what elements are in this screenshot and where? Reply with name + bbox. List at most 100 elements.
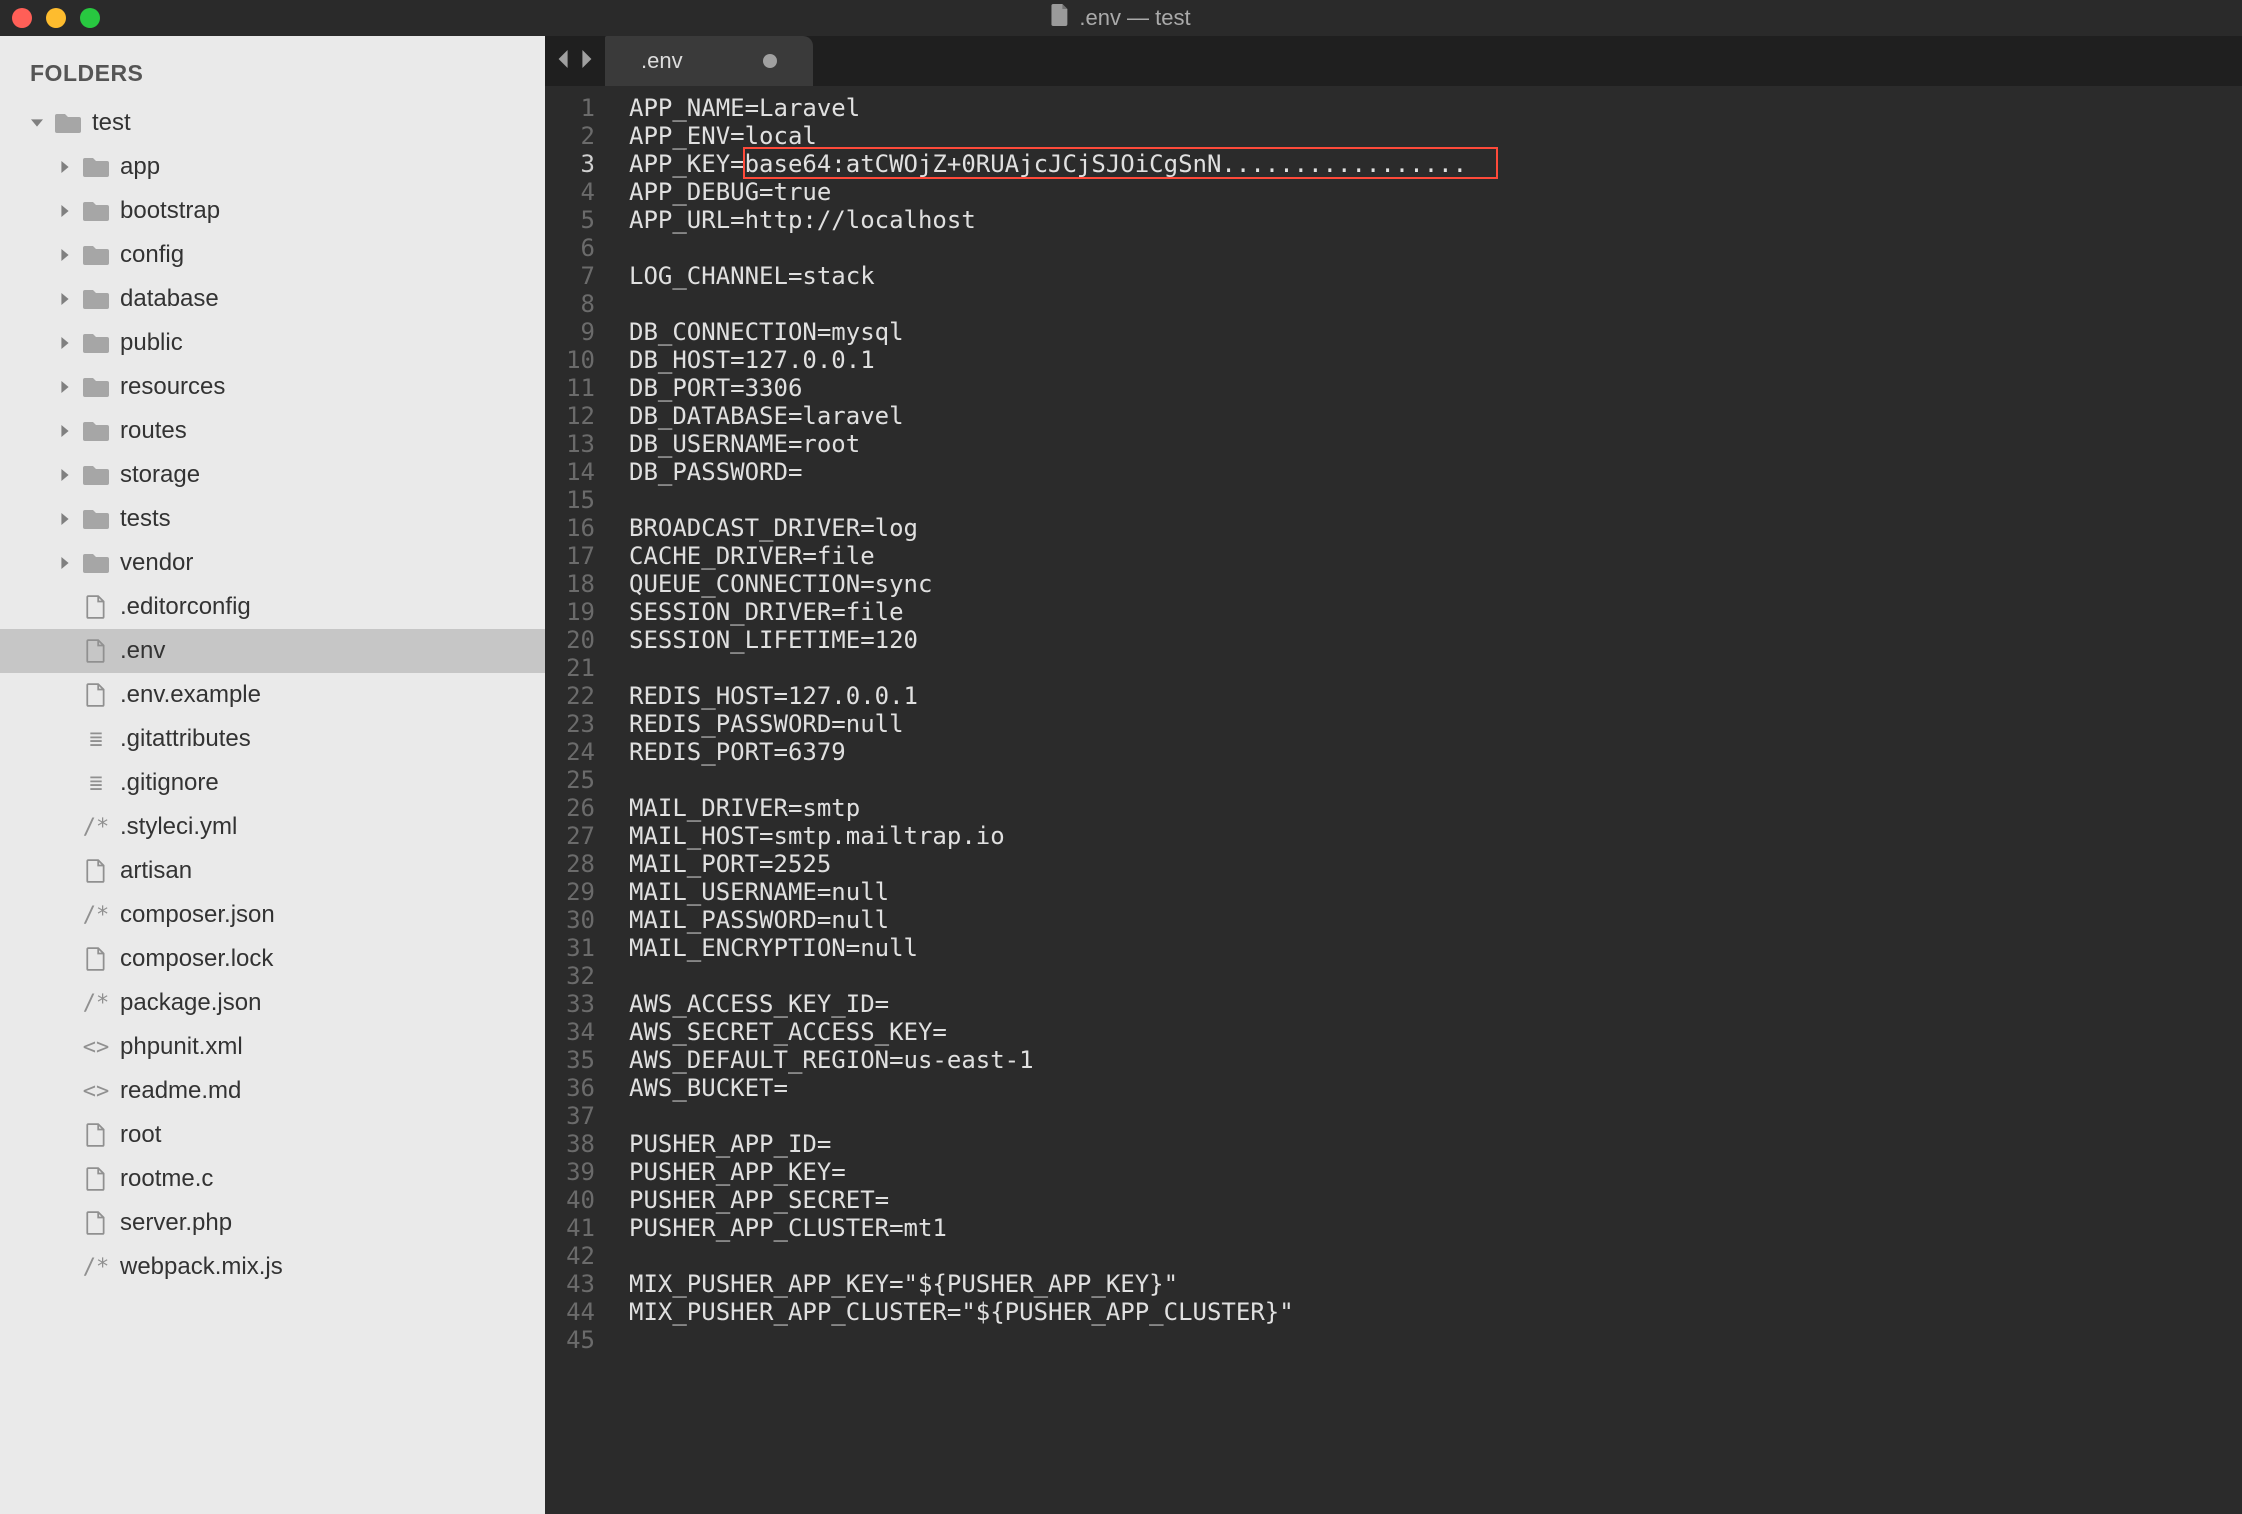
disclosure-icon[interactable]	[58, 425, 72, 437]
code-line[interactable]: AWS_DEFAULT_REGION=us-east-1	[629, 1046, 2242, 1074]
code-line[interactable]	[629, 1102, 2242, 1130]
line-number: 37	[545, 1102, 595, 1130]
code-line[interactable]: SESSION_DRIVER=file	[629, 598, 2242, 626]
code-line[interactable]	[629, 234, 2242, 262]
code-line[interactable]: DB_CONNECTION=mysql	[629, 318, 2242, 346]
code-line[interactable]: BROADCAST_DRIVER=log	[629, 514, 2242, 542]
nav-back-icon[interactable]	[555, 50, 573, 73]
editor-body[interactable]: 1234567891011121314151617181920212223242…	[545, 86, 2242, 1514]
code-line[interactable]: AWS_ACCESS_KEY_ID=	[629, 990, 2242, 1018]
disclosure-icon[interactable]	[58, 205, 72, 217]
line-number: 19	[545, 598, 595, 626]
code-line[interactable]: APP_ENV=local	[629, 122, 2242, 150]
code-area[interactable]: APP_NAME=LaravelAPP_ENV=localAPP_KEY=bas…	[609, 86, 2242, 1514]
code-line[interactable]	[629, 486, 2242, 514]
disclosure-icon[interactable]	[58, 161, 72, 173]
code-line[interactable]	[629, 766, 2242, 794]
disclosure-icon[interactable]	[58, 469, 72, 481]
code-line[interactable]: CACHE_DRIVER=file	[629, 542, 2242, 570]
code-line[interactable]: MAIL_PASSWORD=null	[629, 906, 2242, 934]
sidebar-file[interactable]: .env.example	[0, 673, 545, 717]
sidebar-file[interactable]: /*package.json	[0, 981, 545, 1025]
sidebar-folder[interactable]: bootstrap	[0, 189, 545, 233]
disclosure-icon[interactable]	[58, 249, 72, 261]
line-number: 15	[545, 486, 595, 514]
code-line[interactable]: REDIS_PORT=6379	[629, 738, 2242, 766]
code-line[interactable]: MAIL_HOST=smtp.mailtrap.io	[629, 822, 2242, 850]
code-line[interactable]: AWS_BUCKET=	[629, 1074, 2242, 1102]
sidebar-file[interactable]: artisan	[0, 849, 545, 893]
code-line[interactable]: MAIL_ENCRYPTION=null	[629, 934, 2242, 962]
sidebar-folder[interactable]: routes	[0, 409, 545, 453]
tree-label: phpunit.xml	[120, 1033, 243, 1061]
code-line[interactable]: MAIL_USERNAME=null	[629, 878, 2242, 906]
sidebar-file[interactable]: root	[0, 1113, 545, 1157]
sidebar-file[interactable]: ≣.gitignore	[0, 761, 545, 805]
sidebar-file[interactable]: ≣.gitattributes	[0, 717, 545, 761]
code-line[interactable]: PUSHER_APP_CLUSTER=mt1	[629, 1214, 2242, 1242]
tab-env[interactable]: .env	[605, 36, 813, 86]
sidebar-folder[interactable]: config	[0, 233, 545, 277]
sidebar-folder[interactable]: storage	[0, 453, 545, 497]
minimize-button[interactable]	[46, 8, 66, 28]
disclosure-icon[interactable]	[58, 293, 72, 305]
code-line[interactable]: APP_DEBUG=true	[629, 178, 2242, 206]
code-line[interactable]	[629, 290, 2242, 318]
code-line[interactable]	[629, 1242, 2242, 1270]
code-line[interactable]	[629, 962, 2242, 990]
sidebar-file[interactable]: <>readme.md	[0, 1069, 545, 1113]
maximize-button[interactable]	[80, 8, 100, 28]
code-line[interactable]: AWS_SECRET_ACCESS_KEY=	[629, 1018, 2242, 1046]
code-line[interactable]	[629, 654, 2242, 682]
code-line[interactable]: MAIL_DRIVER=smtp	[629, 794, 2242, 822]
document-icon	[1051, 4, 1069, 32]
code-line[interactable]: DB_PORT=3306	[629, 374, 2242, 402]
disclosure-icon[interactable]	[58, 381, 72, 393]
sidebar-folder[interactable]: vendor	[0, 541, 545, 585]
code-line[interactable]: PUSHER_APP_KEY=	[629, 1158, 2242, 1186]
sidebar-file[interactable]: .editorconfig	[0, 585, 545, 629]
sidebar-file[interactable]: .env	[0, 629, 545, 673]
code-line[interactable]: QUEUE_CONNECTION=sync	[629, 570, 2242, 598]
disclosure-icon[interactable]	[58, 557, 72, 569]
file-icon	[82, 593, 110, 621]
sidebar-folder[interactable]: app	[0, 145, 545, 189]
code-line[interactable]: SESSION_LIFETIME=120	[629, 626, 2242, 654]
code-line[interactable]: LOG_CHANNEL=stack	[629, 262, 2242, 290]
code-line[interactable]: DB_USERNAME=root	[629, 430, 2242, 458]
sidebar-folder[interactable]: tests	[0, 497, 545, 541]
code-line[interactable]: APP_NAME=Laravel	[629, 94, 2242, 122]
disclosure-icon[interactable]	[58, 337, 72, 349]
code-line[interactable]: DB_PASSWORD=	[629, 458, 2242, 486]
close-button[interactable]	[12, 8, 32, 28]
code-line[interactable]: MAIL_PORT=2525	[629, 850, 2242, 878]
sidebar-folder[interactable]: public	[0, 321, 545, 365]
code-line[interactable]	[629, 1326, 2242, 1354]
nav-forward-icon[interactable]	[577, 50, 595, 73]
code-line[interactable]: REDIS_HOST=127.0.0.1	[629, 682, 2242, 710]
code-line[interactable]: MIX_PUSHER_APP_CLUSTER="${PUSHER_APP_CLU…	[629, 1298, 2242, 1326]
sidebar-folder[interactable]: resources	[0, 365, 545, 409]
window-title: .env — test	[1051, 4, 1190, 32]
code-line[interactable]: APP_KEY=base64:atCWOjZ+0RUAjcJCjSJOiCgSn…	[629, 150, 2242, 178]
sidebar-file[interactable]: /*.styleci.yml	[0, 805, 545, 849]
code-line[interactable]: APP_URL=http://localhost	[629, 206, 2242, 234]
disclosure-icon[interactable]	[58, 513, 72, 525]
code-line[interactable]: PUSHER_APP_SECRET=	[629, 1186, 2242, 1214]
sidebar-file[interactable]: /*webpack.mix.js	[0, 1245, 545, 1289]
disclosure-icon[interactable]	[30, 117, 44, 129]
sidebar-file[interactable]: composer.lock	[0, 937, 545, 981]
code-line[interactable]: PUSHER_APP_ID=	[629, 1130, 2242, 1158]
sidebar-file[interactable]: /*composer.json	[0, 893, 545, 937]
folder-icon	[82, 285, 110, 313]
code-line[interactable]: MIX_PUSHER_APP_KEY="${PUSHER_APP_KEY}"	[629, 1270, 2242, 1298]
sidebar-file[interactable]: server.php	[0, 1201, 545, 1245]
code-line[interactable]: REDIS_PASSWORD=null	[629, 710, 2242, 738]
sidebar-file[interactable]: <>phpunit.xml	[0, 1025, 545, 1069]
sidebar-item-root[interactable]: test	[0, 101, 545, 145]
folder-icon	[82, 461, 110, 489]
code-line[interactable]: DB_DATABASE=laravel	[629, 402, 2242, 430]
sidebar-folder[interactable]: database	[0, 277, 545, 321]
sidebar-file[interactable]: rootme.c	[0, 1157, 545, 1201]
code-line[interactable]: DB_HOST=127.0.0.1	[629, 346, 2242, 374]
